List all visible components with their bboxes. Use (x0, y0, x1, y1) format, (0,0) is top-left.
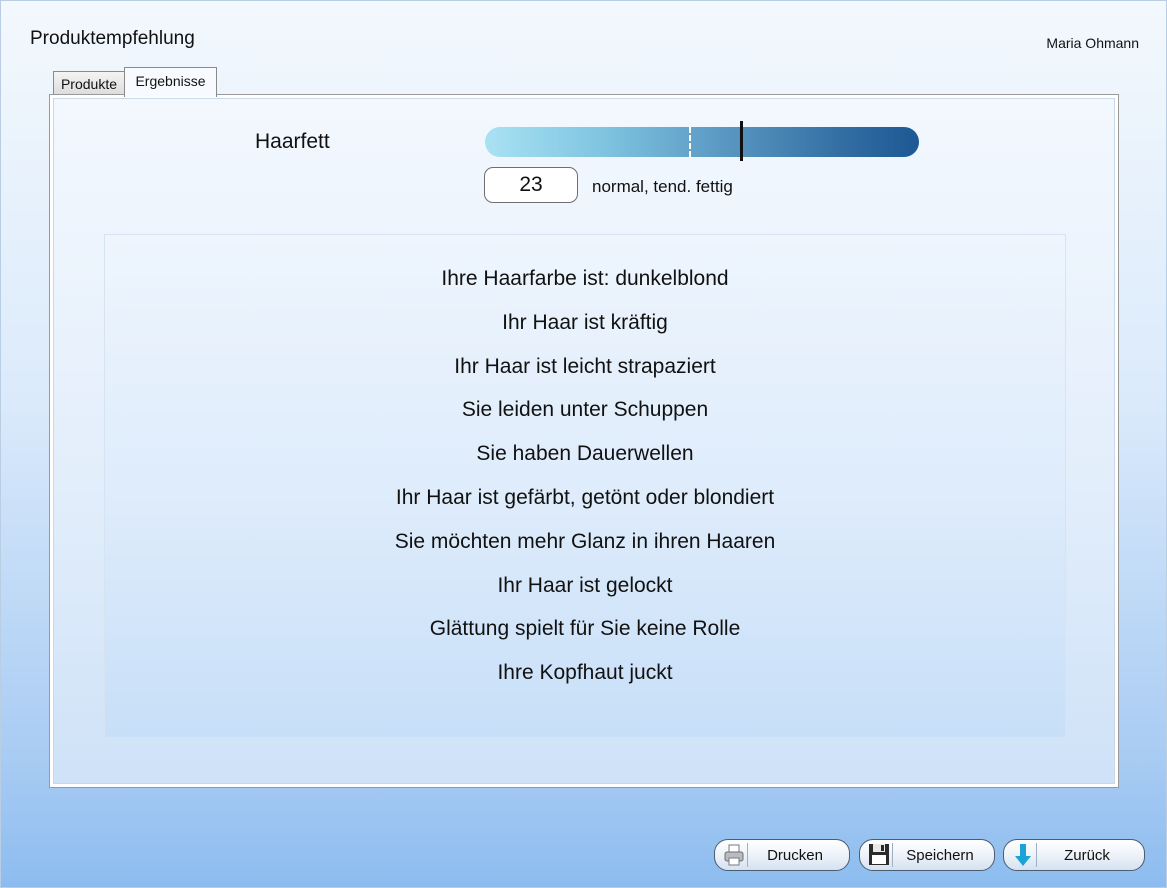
gauge-reference-marker (688, 127, 691, 157)
back-button[interactable]: Zurück (1003, 839, 1145, 871)
result-item: Ihr Haar ist kräftig (502, 310, 668, 334)
result-item: Ihr Haar ist leicht strapaziert (454, 354, 716, 378)
tab-ergebnisse[interactable]: Ergebnisse (124, 67, 217, 97)
result-item: Sie leiden unter Schuppen (461, 398, 709, 422)
result-item: Ihr Haar ist gelockt (497, 573, 673, 597)
result-item: Ihre Haarfarbe ist: dunkelblond (441, 267, 729, 290)
back-button-label: Zurück (1064, 847, 1110, 864)
save-button[interactable]: Speichern (859, 839, 995, 871)
haarfett-description: normal, tend. fettig (592, 177, 733, 196)
gauge-value-marker (740, 121, 744, 161)
result-item: Ihr Haar ist gefärbt, getönt oder blondi… (395, 485, 775, 509)
save-button-label: Speichern (906, 847, 974, 864)
haarfett-label: Haarfett (255, 130, 330, 153)
result-item: Glättung spielt für Sie keine Rolle (429, 617, 741, 641)
haarfett-gauge (485, 121, 919, 161)
result-item: Sie haben Dauerwellen (476, 442, 694, 466)
haarfett-value-box: 23 (484, 167, 578, 203)
user-name: Maria Ohmann (1046, 35, 1139, 51)
print-button[interactable]: Drucken (714, 839, 850, 871)
result-item: Ihre Kopfhaut juckt (497, 661, 673, 685)
print-button-label: Drucken (767, 847, 823, 864)
result-item: Sie möchten mehr Glanz in ihren Haaren (394, 529, 776, 553)
results-box: Ihre Haarfarbe ist: dunkelblond Ihr Haar… (104, 234, 1066, 738)
tab-produkte[interactable]: Produkte (53, 71, 125, 95)
results-list: Ihre Haarfarbe ist: dunkelblond Ihr Haar… (105, 261, 1065, 699)
app-title: Produktempfehlung (30, 28, 195, 49)
